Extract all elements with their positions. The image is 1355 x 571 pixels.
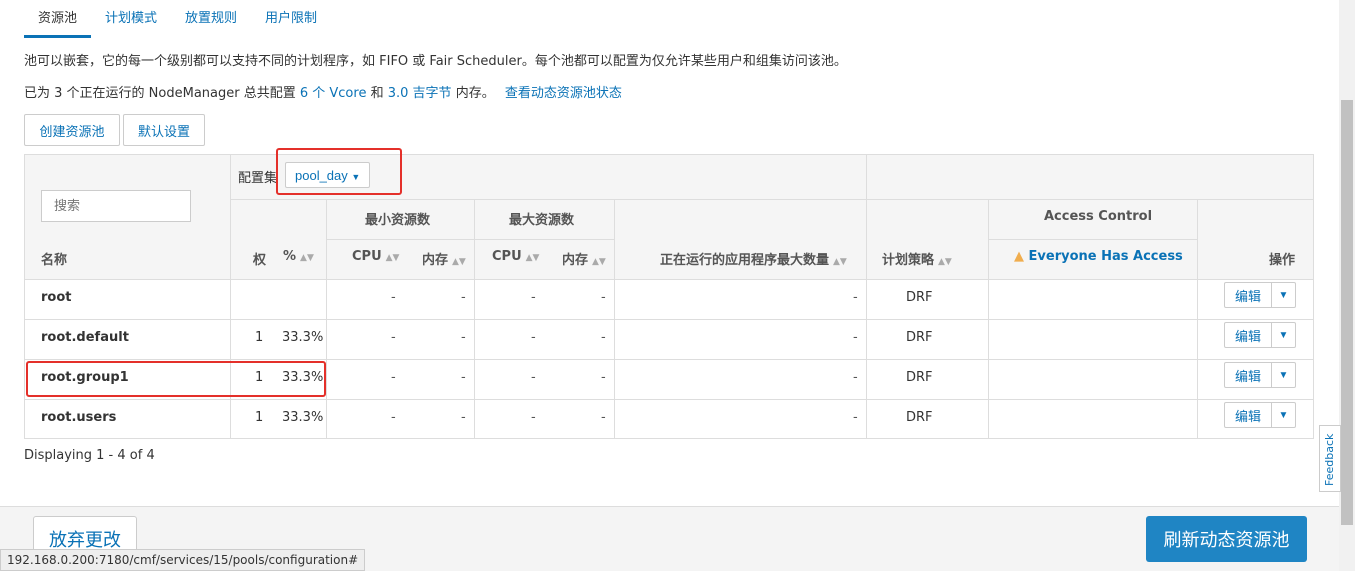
- policy-label: 计划策略: [882, 253, 935, 268]
- min-cpu-cell: -: [391, 330, 396, 345]
- chevron-down-icon[interactable]: ▼: [1272, 322, 1296, 348]
- dynamic-pool-status-link[interactable]: 查看动态资源池状态: [505, 86, 622, 101]
- sort-icon: ▲▼: [385, 253, 400, 263]
- tab-schedule-mode[interactable]: 计划模式: [91, 0, 171, 38]
- row-actions: 编辑 ▼: [1224, 282, 1296, 308]
- row-name-root[interactable]: root: [41, 290, 72, 305]
- max-running-apps-header[interactable]: 正在运行的应用程序最大数量 ▲▼: [660, 249, 847, 268]
- tab-placement-rules[interactable]: 放置规则: [171, 0, 251, 38]
- search-input[interactable]: [41, 190, 191, 222]
- sort-icon: ▲▼: [833, 257, 847, 267]
- create-pool-button[interactable]: 创建资源池: [24, 114, 120, 146]
- row-name-default[interactable]: root.default: [41, 330, 129, 345]
- min-memory-header[interactable]: 内存 ▲▼: [422, 249, 466, 268]
- max-mem-cell: -: [601, 370, 606, 385]
- policy-cell: DRF: [906, 330, 933, 345]
- max-cpu-cell: -: [531, 290, 536, 305]
- everyone-access-label: Everyone Has Access: [1028, 249, 1183, 264]
- min-cpu-cell: -: [391, 290, 396, 305]
- min-cpu-label: CPU: [352, 249, 382, 264]
- scrollbar-thumb[interactable]: [1341, 100, 1353, 525]
- row-weight: 1: [255, 410, 264, 425]
- policy-cell: DRF: [906, 290, 933, 305]
- row-actions: 编辑 ▼: [1224, 402, 1296, 428]
- max-apps-cell: -: [853, 410, 858, 425]
- min-cpu-header[interactable]: CPU ▲▼: [352, 249, 399, 264]
- min-mem-cell: -: [461, 290, 466, 305]
- max-cpu-header[interactable]: CPU ▲▼: [492, 249, 539, 264]
- row-percent: 33.3%: [282, 410, 324, 425]
- sort-icon: ▲▼: [300, 253, 314, 263]
- edit-button[interactable]: 编辑: [1224, 282, 1272, 308]
- policy-cell: DRF: [906, 370, 933, 385]
- cluster-summary: 已为 3 个正在运行的 NodeManager 总共配置 6 个 Vcore 和…: [24, 82, 622, 101]
- highlight-box: [26, 361, 326, 397]
- policy-cell: DRF: [906, 410, 933, 425]
- refresh-pools-button[interactable]: 刷新动态资源池: [1146, 516, 1307, 562]
- weight-header[interactable]: 权: [253, 249, 266, 268]
- min-mem-cell: -: [461, 330, 466, 345]
- min-cpu-cell: -: [391, 370, 396, 385]
- edit-button[interactable]: 编辑: [1224, 362, 1272, 388]
- default-settings-button[interactable]: 默认设置: [123, 114, 205, 146]
- summary-prefix: 已为 3 个正在运行的 NodeManager 总共配置: [24, 86, 296, 101]
- max-mem-cell: -: [601, 330, 606, 345]
- summary-and: 和: [370, 86, 384, 101]
- pagination-info: Displaying 1 - 4 of 4: [24, 448, 155, 463]
- actions-header: 操作: [1269, 253, 1296, 268]
- edit-button[interactable]: 编辑: [1224, 322, 1272, 348]
- max-memory-header[interactable]: 内存 ▲▼: [562, 249, 606, 268]
- tab-user-limits[interactable]: 用户限制: [251, 0, 331, 38]
- sort-icon: ▲▼: [452, 257, 466, 267]
- highlight-box: [276, 148, 402, 195]
- row-weight: 1: [255, 330, 264, 345]
- tab-resource-pools[interactable]: 资源池: [24, 0, 92, 38]
- chevron-down-icon[interactable]: ▼: [1272, 402, 1296, 428]
- chevron-down-icon[interactable]: ▼: [1272, 282, 1296, 308]
- row-actions: 编辑 ▼: [1224, 322, 1296, 348]
- max-cpu-cell: -: [531, 410, 536, 425]
- min-mem-cell: -: [461, 370, 466, 385]
- sort-icon: ▲▼: [525, 253, 540, 263]
- tab-bar: 资源池 计划模式 放置规则 用户限制: [24, 0, 331, 38]
- percent-header-label: %: [283, 249, 297, 264]
- max-apps-cell: -: [853, 370, 858, 385]
- sort-icon: ▲▼: [592, 257, 606, 267]
- feedback-label: Feedback: [1323, 433, 1336, 486]
- weight-header-label: 权: [253, 253, 267, 268]
- memory-link[interactable]: 3.0 吉字节: [388, 86, 452, 101]
- max-apps-cell: -: [853, 290, 858, 305]
- max-cpu-label: CPU: [492, 249, 522, 264]
- policy-header[interactable]: 计划策略 ▲▼: [882, 249, 952, 268]
- max-running-apps-label: 正在运行的应用程序最大数量: [660, 253, 830, 268]
- max-mem-cell: -: [601, 290, 606, 305]
- max-cpu-cell: -: [531, 370, 536, 385]
- row-percent: 33.3%: [282, 330, 324, 345]
- feedback-tab[interactable]: Feedback: [1319, 425, 1341, 492]
- row-name-users[interactable]: root.users: [41, 410, 116, 425]
- max-resources-header: 最大资源数: [509, 213, 575, 228]
- config-set-label: 配置集: [238, 171, 278, 186]
- row-actions: 编辑 ▼: [1224, 362, 1296, 388]
- everyone-access-header[interactable]: ▲ Everyone Has Access: [1014, 249, 1183, 264]
- summary-suffix: 内存。: [455, 86, 495, 101]
- pool-description: 池可以嵌套，它的每一个级别都可以支持不同的计划程序，如 FIFO 或 Fair …: [24, 54, 847, 69]
- chevron-down-icon[interactable]: ▼: [1272, 362, 1296, 388]
- max-memory-label: 内存: [562, 253, 589, 268]
- access-control-header: Access Control: [1044, 209, 1153, 224]
- vcore-link[interactable]: 6 个 Vcore: [300, 86, 367, 101]
- edit-button[interactable]: 编辑: [1224, 402, 1272, 428]
- min-cpu-cell: -: [391, 410, 396, 425]
- max-cpu-cell: -: [531, 330, 536, 345]
- max-apps-cell: -: [853, 330, 858, 345]
- min-resources-header: 最小资源数: [365, 213, 431, 228]
- max-mem-cell: -: [601, 410, 606, 425]
- warning-icon: ▲: [1014, 249, 1024, 264]
- min-memory-label: 内存: [422, 253, 449, 268]
- status-url: 192.168.0.200:7180/cmf/services/15/pools…: [0, 549, 366, 571]
- name-header: 名称: [41, 253, 68, 268]
- sort-icon: ▲▼: [938, 257, 952, 267]
- percent-header[interactable]: % ▲▼: [283, 249, 314, 264]
- min-mem-cell: -: [461, 410, 466, 425]
